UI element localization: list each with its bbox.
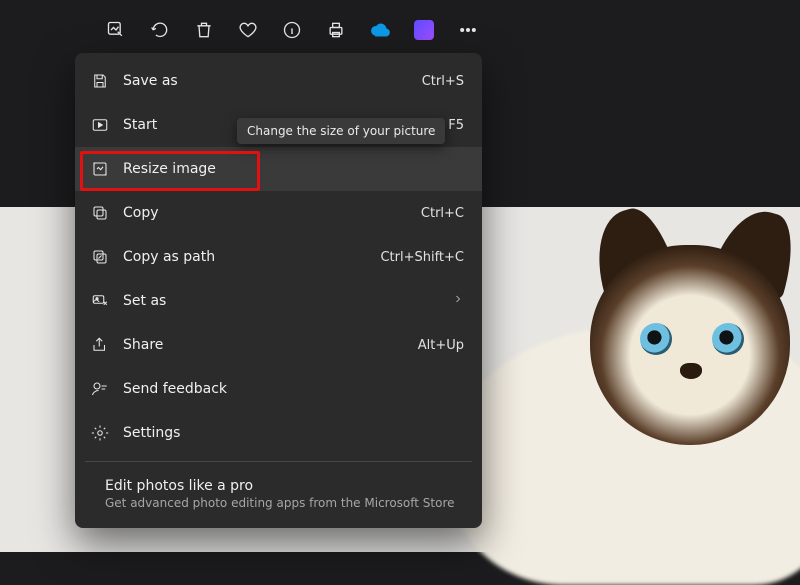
menu-item-copy-as-path[interactable]: Copy as path Ctrl+Shift+C (75, 235, 482, 279)
menu-shortcut: Alt+Up (418, 338, 464, 353)
menu-item-copy[interactable]: Copy Ctrl+C (75, 191, 482, 235)
print-icon[interactable] (326, 20, 346, 40)
menu-shortcut: Ctrl+Shift+C (380, 250, 464, 265)
promo-subtitle: Get advanced photo editing apps from the… (105, 496, 455, 510)
share-icon (91, 336, 109, 354)
rotate-icon[interactable] (150, 20, 170, 40)
menu-shortcut: Ctrl+C (421, 206, 464, 221)
promo-title: Edit photos like a pro (105, 478, 455, 494)
edit-image-icon[interactable] (106, 20, 126, 40)
resize-icon (91, 160, 109, 178)
toolbar (106, 20, 478, 40)
delete-icon[interactable] (194, 20, 214, 40)
gear-icon (91, 424, 109, 442)
menu-item-set-as[interactable]: Set as (75, 279, 482, 323)
menu-label: Copy (123, 205, 407, 221)
menu-item-share[interactable]: Share Alt+Up (75, 323, 482, 367)
cloud-icon[interactable] (370, 20, 390, 40)
info-icon[interactable] (282, 20, 302, 40)
menu-item-save-as[interactable]: Save as Ctrl+S (75, 59, 482, 103)
menu-shortcut: F5 (448, 118, 464, 133)
set-as-icon (91, 292, 109, 310)
menu-label: Share (123, 337, 404, 353)
tooltip: Change the size of your picture (237, 118, 445, 144)
chevron-right-icon (452, 293, 464, 309)
menu-item-promo[interactable]: Edit photos like a pro Get advanced phot… (75, 468, 482, 518)
menu-item-send-feedback[interactable]: Send feedback (75, 367, 482, 411)
photo-content (450, 215, 800, 555)
save-icon (91, 72, 109, 90)
feedback-icon (91, 380, 109, 398)
copy-path-icon (91, 248, 109, 266)
more-icon[interactable] (458, 20, 478, 40)
menu-label: Settings (123, 425, 464, 441)
menu-label: Copy as path (123, 249, 366, 265)
menu-item-settings[interactable]: Settings (75, 411, 482, 455)
menu-divider (85, 461, 472, 462)
menu-label: Save as (123, 73, 408, 89)
menu-label: Send feedback (123, 381, 464, 397)
menu-shortcut: Ctrl+S (422, 74, 464, 89)
menu-label: Set as (123, 293, 438, 309)
tooltip-text: Change the size of your picture (247, 124, 435, 138)
play-icon (91, 116, 109, 134)
menu-item-resize-image[interactable]: Resize image (75, 147, 482, 191)
copy-icon (91, 204, 109, 222)
ms-store-icon[interactable] (414, 20, 434, 40)
favorite-icon[interactable] (238, 20, 258, 40)
menu-label: Resize image (123, 161, 464, 177)
